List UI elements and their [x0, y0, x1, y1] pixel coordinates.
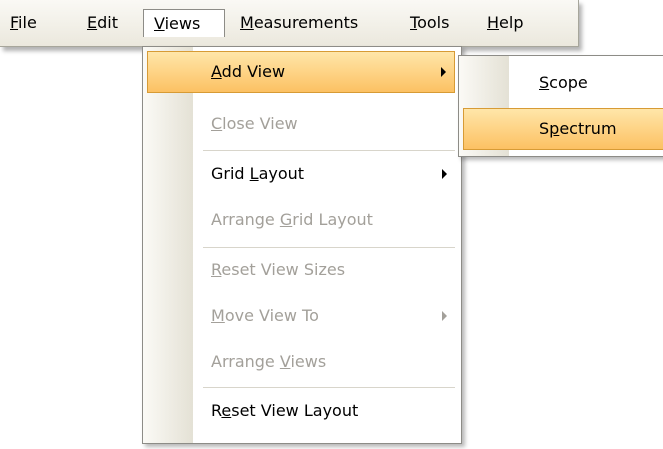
menu-tools-label: ools	[417, 13, 450, 32]
submenu-arrow-icon	[442, 311, 447, 321]
menu-item-close-view[interactable]: Close View	[147, 103, 455, 145]
menu-item-arrange-grid-layout-label: Arrange Grid Layout	[211, 210, 373, 229]
views-dropdown-menu: Add View Close View Grid Layout Arrange …	[142, 46, 462, 444]
submenu-item-scope-label: Scope	[539, 73, 588, 92]
menu-views-mnemonic: V	[154, 14, 165, 33]
menu-help-mnemonic: H	[487, 13, 500, 32]
menu-measurements-label: easurements	[253, 13, 359, 32]
menu-edit-label: dit	[97, 13, 118, 32]
menu-item-reset-view-layout[interactable]: Reset View Layout	[147, 390, 455, 432]
menu-file-mnemonic: F	[10, 13, 19, 32]
add-view-submenu: Scope Spectrum	[458, 55, 663, 157]
submenu-arrow-icon	[442, 169, 447, 179]
menu-measurements[interactable]: Measurements	[240, 10, 358, 36]
menu-separator	[203, 150, 455, 151]
menu-edit[interactable]: Edit	[87, 10, 118, 36]
menu-item-add-view-label: Add View	[211, 62, 286, 81]
menu-item-move-view-to-label: Move View To	[211, 306, 319, 325]
submenu-item-spectrum-label: Spectrum	[539, 119, 617, 138]
menu-item-add-view[interactable]: Add View	[147, 51, 455, 93]
menu-item-reset-view-sizes[interactable]: Reset View Sizes	[147, 249, 455, 291]
submenu-item-scope[interactable]: Scope	[463, 62, 663, 104]
menu-item-move-view-to[interactable]: Move View To	[147, 295, 455, 337]
menu-help[interactable]: Help	[487, 10, 523, 36]
menu-help-label: elp	[499, 13, 524, 32]
menu-item-reset-view-sizes-label: Reset View Sizes	[211, 260, 346, 279]
menu-item-arrange-grid-layout[interactable]: Arrange Grid Layout	[147, 199, 455, 241]
menu-separator	[203, 387, 455, 388]
menu-item-close-view-label: Close View	[211, 114, 298, 133]
menu-views[interactable]: Views	[143, 9, 225, 37]
menu-file-label: ile	[18, 13, 37, 32]
menu-edit-mnemonic: E	[87, 13, 98, 32]
submenu-item-spectrum[interactable]: Spectrum	[463, 108, 663, 150]
menu-file[interactable]: File	[10, 10, 37, 36]
menu-bar: File Edit Views Measurements Tools Help	[0, 0, 579, 47]
menu-views-label: iews	[164, 14, 201, 33]
menu-item-grid-layout[interactable]: Grid Layout	[147, 153, 455, 195]
submenu-arrow-icon	[441, 67, 446, 77]
menu-item-reset-view-layout-label: Reset View Layout	[211, 401, 359, 420]
menu-tools-mnemonic: T	[410, 13, 418, 32]
menu-tools[interactable]: Tools	[410, 10, 449, 36]
menu-item-grid-layout-label: Grid Layout	[211, 164, 305, 183]
menu-item-arrange-views-label: Arrange Views	[211, 352, 327, 371]
menu-item-arrange-views[interactable]: Arrange Views	[147, 341, 455, 383]
menu-separator	[203, 247, 455, 248]
menu-measurements-mnemonic: M	[240, 13, 254, 32]
